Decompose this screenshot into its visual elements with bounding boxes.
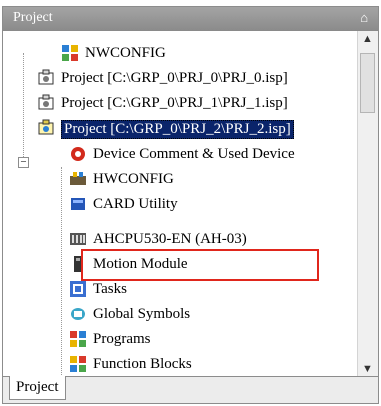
- panel-tab-bar: Project: [3, 376, 378, 403]
- programs-icon: [69, 330, 87, 348]
- pin-icon[interactable]: ⌂: [360, 10, 368, 26]
- vertical-scrollbar[interactable]: ▲ ▼: [357, 31, 378, 377]
- panel-titlebar: Project ⌂: [3, 7, 378, 31]
- device-comment-icon: [69, 145, 87, 163]
- tree-guide-line: [23, 53, 24, 161]
- project-tree: − NWCONFIG Project [C:\GRP_0\PRJ_0\PRJ_0…: [3, 33, 351, 377]
- tasks-icon: [69, 280, 87, 298]
- project-icon: [37, 94, 55, 112]
- panel-title: Project: [13, 10, 53, 25]
- scrollbar-thumb[interactable]: [360, 53, 375, 113]
- highlight-annotation-box: [81, 249, 319, 281]
- collapse-icon[interactable]: −: [18, 157, 29, 168]
- project-icon: [37, 119, 55, 137]
- network-config-icon: [61, 44, 79, 62]
- card-utility-icon: [69, 195, 87, 213]
- cpu-module-icon: [69, 230, 87, 248]
- global-symbols-icon: [69, 305, 87, 323]
- scroll-down-icon[interactable]: ▼: [362, 363, 373, 375]
- scroll-up-icon[interactable]: ▲: [362, 33, 373, 45]
- project-panel: Project ⌂ − NWCONFIG Project [C:\GRP_0\P…: [2, 6, 379, 404]
- tree-guide-line: [61, 167, 62, 377]
- function-blocks-icon: [69, 355, 87, 373]
- tab-project[interactable]: Project: [9, 376, 66, 400]
- hardware-config-icon: [69, 170, 87, 188]
- project-icon: [37, 69, 55, 87]
